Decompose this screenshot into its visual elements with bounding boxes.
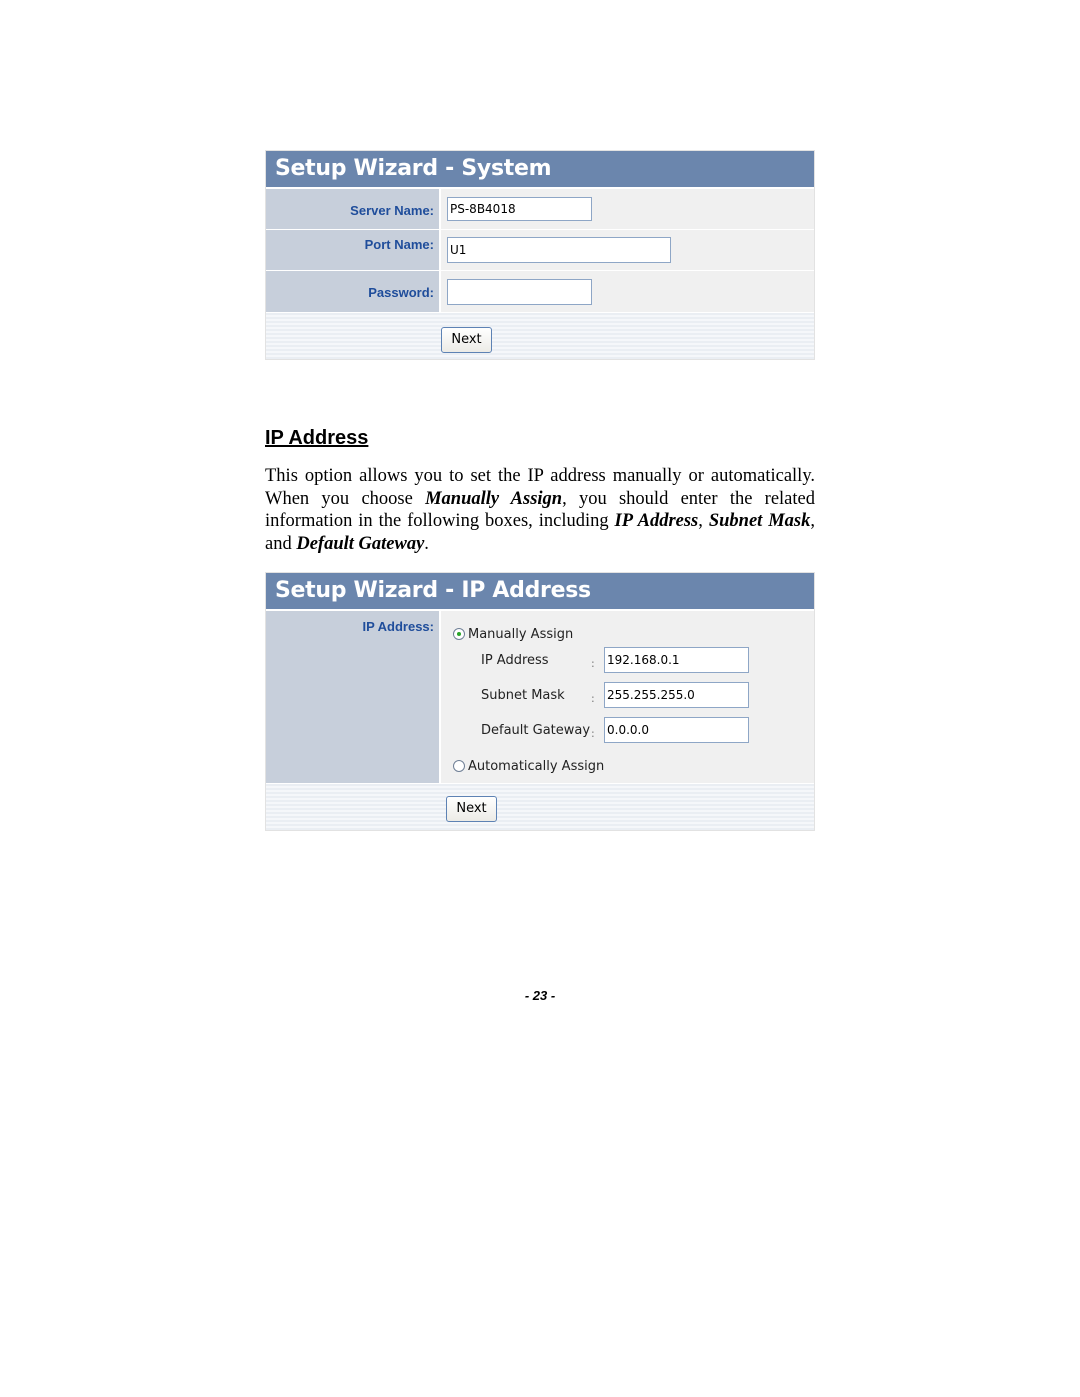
page-number: - 23 - bbox=[524, 988, 556, 1003]
ip-wizard-panel: Setup Wizard - IP Address IP Address: Ma… bbox=[265, 572, 815, 831]
emphasis-subnet-mask: Subnet Mask bbox=[708, 511, 811, 531]
subnet-mask-colon: : bbox=[591, 692, 595, 705]
manually-assign-radio[interactable] bbox=[453, 628, 465, 641]
ip-address-colon: : bbox=[591, 657, 595, 670]
ip-next-button[interactable]: Next bbox=[446, 796, 497, 822]
subnet-mask-field-label: Subnet Mask bbox=[481, 688, 565, 703]
automatically-assign-option[interactable]: Automatically Assign bbox=[453, 757, 604, 775]
section-heading: IP Address bbox=[265, 427, 369, 449]
system-next-button[interactable]: Next bbox=[441, 327, 492, 353]
password-row: Password: bbox=[266, 271, 814, 313]
emphasis-manually-assign: Manually Assign bbox=[425, 488, 563, 509]
server-name-input[interactable] bbox=[447, 197, 592, 221]
subnet-mask-input[interactable] bbox=[604, 682, 749, 708]
automatically-assign-radio[interactable] bbox=[453, 760, 465, 773]
port-name-label: Port Name: bbox=[266, 230, 441, 270]
ip-panel-title: Setup Wizard - IP Address bbox=[266, 573, 814, 611]
system-panel-footer: Next bbox=[266, 313, 814, 359]
manually-assign-option[interactable]: Manually Assign bbox=[453, 625, 573, 643]
default-gateway-input[interactable] bbox=[604, 717, 749, 743]
ip-address-field-label: IP Address bbox=[481, 653, 549, 668]
emphasis-ip-address: IP Address bbox=[614, 511, 699, 531]
ip-address-row: IP Address: Manually Assign IP Address :… bbox=[266, 611, 814, 784]
password-label: Password: bbox=[266, 271, 441, 312]
system-wizard-panel: Setup Wizard - System Server Name: Port … bbox=[265, 150, 815, 360]
default-gateway-colon: : bbox=[591, 727, 595, 740]
password-input[interactable] bbox=[447, 278, 592, 305]
ip-address-input[interactable] bbox=[604, 647, 749, 673]
description-paragraph: This option allows you to set the IP add… bbox=[265, 466, 816, 554]
ip-panel-footer: Next bbox=[266, 784, 814, 830]
manually-assign-label: Manually Assign bbox=[468, 626, 574, 642]
emphasis-default-gateway: Default Gateway bbox=[296, 533, 425, 554]
ip-address-row-label: IP Address: bbox=[266, 611, 441, 783]
server-name-label: Server Name: bbox=[266, 189, 441, 229]
port-name-input[interactable] bbox=[447, 237, 671, 263]
system-panel-title: Setup Wizard - System bbox=[266, 151, 814, 189]
server-name-row: Server Name: bbox=[266, 189, 814, 230]
default-gateway-field-label: Default Gateway bbox=[481, 723, 591, 738]
automatically-assign-label: Automatically Assign bbox=[468, 758, 605, 774]
port-name-row: Port Name: bbox=[266, 230, 814, 271]
